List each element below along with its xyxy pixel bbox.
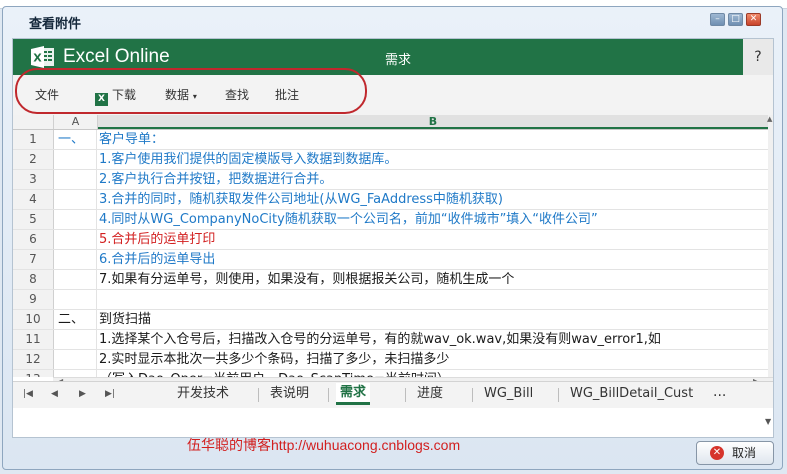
row-number[interactable]: 9: [13, 290, 54, 309]
excel-brand: Excel Online: [63, 46, 170, 67]
cell-a[interactable]: [54, 370, 97, 377]
rows-container: 1 一、 客户导单： 2 1.客户使用我们提供的固定模版导入数据到数据库。 3 2.客户执行…: [13, 130, 768, 377]
cell-b[interactable]: 2.实时显示本批次一共多少个条码，扫描了多少，未扫描多少: [98, 350, 769, 369]
table-row: 3 2.客户执行合并按钮，把数据进行合并。: [13, 170, 768, 190]
highlight-oval: [15, 68, 367, 114]
table-row: 4 3.合并的同时，随机获取发件公司地址(从WG_FaAddress中随机获取): [13, 190, 768, 210]
document-title: 需求: [385, 53, 412, 68]
cell-b[interactable]: 7.如果有分运单号，则使用，如果没有，则根据报关公司，随机生成一个: [98, 270, 769, 289]
table-row: 10 二、 到货扫描: [13, 310, 768, 330]
cell-b[interactable]: 6.合并后的运单导出: [98, 250, 769, 269]
column-header-a[interactable]: A: [54, 115, 98, 129]
table-row: 7 6.合并后的运单导出: [13, 250, 768, 270]
row-number[interactable]: 12: [13, 350, 54, 369]
cell-a[interactable]: [54, 290, 97, 309]
row-number[interactable]: 13: [13, 370, 54, 377]
row-number[interactable]: 3: [13, 170, 54, 189]
row-number[interactable]: 7: [13, 250, 54, 269]
cell-a[interactable]: [54, 250, 97, 269]
tab-separator: [405, 388, 406, 402]
cancel-label: 取消: [732, 446, 757, 460]
chevron-down-icon[interactable]: ▼: [765, 417, 771, 426]
scroll-up-icon[interactable]: ▲: [767, 115, 773, 125]
cell-b[interactable]: 到货扫描: [98, 310, 769, 329]
cell-a[interactable]: [54, 350, 97, 369]
cancel-button[interactable]: ✕ 取消: [696, 441, 774, 465]
cell-a[interactable]: [54, 330, 97, 349]
cell-a[interactable]: [54, 190, 97, 209]
table-row: 11 1.选择某个入仓号后，扫描改入仓号的分运单号，有的就wav_ok.wav,如…: [13, 330, 768, 350]
excel-online-frame: X Excel Online 需求 ? 文件 X 下载 数据 ▾ 查找 批注 A …: [12, 38, 774, 438]
sheet-tab-bar: |◀ ◀ ▶ ▶| 开发技术 表说明 需求 进度 WG_Bill WG_BillDetai…: [13, 381, 773, 408]
help-button[interactable]: ?: [743, 39, 773, 75]
cell-a[interactable]: [54, 230, 97, 249]
cell-b[interactable]: 3.合并的同时，随机获取发件公司地址(从WG_FaAddress中随机获取): [98, 190, 769, 209]
table-row: 1 一、 客户导单：: [13, 130, 768, 150]
excel-logo-icon: X: [31, 46, 54, 68]
row-number[interactable]: 1: [13, 130, 54, 149]
row-number[interactable]: 8: [13, 270, 54, 289]
row-number[interactable]: 11: [13, 330, 54, 349]
last-sheet-icon[interactable]: ▶|: [105, 389, 115, 399]
row-number[interactable]: 5: [13, 210, 54, 229]
select-all-corner[interactable]: [13, 115, 54, 129]
tab-separator: [558, 388, 559, 402]
first-sheet-icon[interactable]: |◀: [23, 389, 33, 399]
table-row: 2 1.客户使用我们提供的固定模版导入数据到数据库。: [13, 150, 768, 170]
row-number[interactable]: 6: [13, 230, 54, 249]
cell-b[interactable]: 1.客户使用我们提供的固定模版导入数据到数据库。: [98, 150, 769, 169]
table-row: 6 5.合并后的运单打印: [13, 230, 768, 250]
cell-b[interactable]: （写入Dao_Oper=当前用户，Dao_ScanTime=当前时间）: [98, 370, 769, 377]
table-row: 12 2.实时显示本批次一共多少个条码，扫描了多少，未扫描多少: [13, 350, 768, 370]
column-header-row: A B: [13, 115, 768, 130]
cell-b[interactable]: [98, 290, 769, 309]
status-area: ▼: [13, 408, 773, 437]
prev-sheet-icon[interactable]: ◀: [51, 389, 58, 399]
table-row: 9: [13, 290, 768, 310]
cell-a[interactable]: 二、: [54, 310, 97, 329]
next-sheet-icon[interactable]: ▶: [79, 389, 86, 399]
dialog-titlebar[interactable]: 查看附件 – □ ✕: [3, 7, 782, 35]
sheet-tab[interactable]: 开发技术: [173, 384, 233, 406]
table-row: 13 （写入Dao_Oper=当前用户，Dao_ScanTime=当前时间）: [13, 370, 768, 377]
close-button[interactable]: ✕: [746, 13, 761, 26]
cell-a[interactable]: 一、: [54, 130, 97, 149]
svg-text:X: X: [33, 52, 42, 65]
vertical-scrollbar[interactable]: [768, 115, 773, 377]
row-number[interactable]: 2: [13, 150, 54, 169]
cell-b[interactable]: 客户导单：: [98, 130, 769, 149]
cell-a[interactable]: [54, 270, 97, 289]
column-header-b[interactable]: B: [98, 115, 768, 129]
cell-a[interactable]: [54, 150, 97, 169]
tab-separator: [328, 388, 329, 402]
attachment-dialog: 查看附件 – □ ✕ X Excel Online 需求 ? 文件 X 下载 数…: [2, 6, 783, 470]
sheet-tab[interactable]: WG_Bill: [480, 384, 537, 406]
sheet-tab[interactable]: 需求: [336, 383, 371, 405]
cell-a[interactable]: [54, 170, 97, 189]
cell-b[interactable]: 2.客户执行合并按钮，把数据进行合并。: [98, 170, 769, 189]
cancel-x-icon: ✕: [710, 446, 724, 460]
sheet-tab[interactable]: 进度: [413, 384, 447, 406]
dialog-title: 查看附件: [29, 17, 82, 32]
cell-b[interactable]: 4.同时从WG_CompanyNoCity随机获取一个公司名，前加“收件城市”填…: [98, 210, 769, 229]
maximize-button[interactable]: □: [728, 13, 743, 26]
cell-b[interactable]: 1.选择某个入仓号后，扫描改入仓号的分运单号，有的就wav_ok.wav,如果没…: [98, 330, 769, 349]
minimize-button[interactable]: –: [710, 13, 725, 26]
blog-watermark: 伍华聪的博客http://wuhuacong.cnblogs.com: [187, 437, 461, 453]
row-number[interactable]: 4: [13, 190, 54, 209]
cell-a[interactable]: [54, 210, 97, 229]
tab-separator: [258, 388, 259, 402]
sheet-tab[interactable]: WG_BillDetail_Cust: [566, 384, 697, 406]
row-number[interactable]: 10: [13, 310, 54, 329]
sheet-tab[interactable]: 表说明: [266, 384, 313, 406]
table-row: 5 4.同时从WG_CompanyNoCity随机获取一个公司名，前加“收件城市”…: [13, 210, 768, 230]
tab-separator: [472, 388, 473, 402]
spreadsheet-grid[interactable]: A B 1 一、 客户导单： 2 1.客户使用我们提供的固定模版导入数据到数据库。 3 2.…: [13, 115, 773, 377]
cell-b[interactable]: 5.合并后的运单打印: [98, 230, 769, 249]
more-sheets-button[interactable]: ...: [713, 384, 726, 400]
table-row: 8 7.如果有分运单号，则使用，如果没有，则根据报关公司，随机生成一个: [13, 270, 768, 290]
